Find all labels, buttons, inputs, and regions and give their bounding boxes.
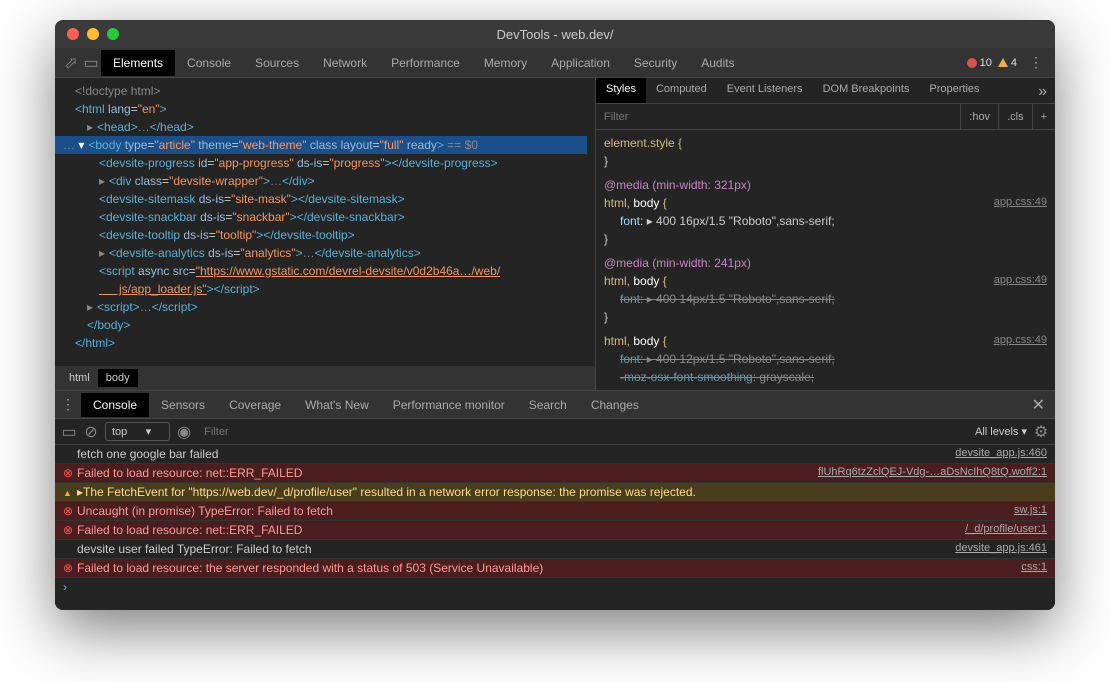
breadcrumb-html[interactable]: html — [61, 369, 98, 387]
more-tabs-icon[interactable]: » — [1030, 78, 1055, 103]
styles-tab-properties[interactable]: Properties — [919, 78, 989, 103]
close-window-icon[interactable] — [67, 28, 79, 40]
drawer-tab-console[interactable]: Console — [81, 393, 149, 417]
tab-sources[interactable]: Sources — [243, 50, 311, 76]
more-menu-icon[interactable]: ⋮ — [1023, 54, 1049, 71]
source-link[interactable]: devsite_app.js:460 — [945, 447, 1047, 461]
console-row[interactable]: Failed to load resource: net::ERR_FAILED… — [55, 521, 1055, 540]
console-row[interactable]: ▸The FetchEvent for "https://web.dev/_d/… — [55, 483, 1055, 502]
drawer-tab-search[interactable]: Search — [517, 393, 579, 417]
styles-rules[interactable]: element.style {}@media (min-width: 321px… — [596, 130, 1055, 390]
drawer-menu-icon[interactable]: ⋮ — [55, 396, 81, 413]
cls-toggle[interactable]: .cls — [998, 104, 1032, 129]
tab-performance[interactable]: Performance — [379, 50, 472, 76]
source-link[interactable]: /_d/profile/user:1 — [955, 523, 1047, 537]
console-drawer: ⋮ ConsoleSensorsCoverageWhat's NewPerfor… — [55, 390, 1055, 610]
inspect-icon[interactable]: ⬀ — [61, 53, 81, 73]
console-output[interactable]: fetch one google bar faileddevsite_app.j… — [55, 445, 1055, 610]
window-controls — [67, 28, 119, 40]
console-row[interactable]: Failed to load resource: the server resp… — [55, 559, 1055, 578]
device-toggle-icon[interactable]: ▭ — [81, 53, 101, 73]
tab-application[interactable]: Application — [539, 50, 622, 76]
maximize-window-icon[interactable] — [107, 28, 119, 40]
console-settings-icon[interactable]: ⚙ — [1033, 424, 1049, 440]
drawer-tab-changes[interactable]: Changes — [579, 393, 651, 417]
error-count-badge[interactable]: 10 — [967, 57, 992, 69]
drawer-tab-what-s-new[interactable]: What's New — [293, 393, 381, 417]
tab-elements[interactable]: Elements — [101, 50, 175, 76]
console-row[interactable]: Uncaught (in promise) TypeError: Failed … — [55, 502, 1055, 521]
clear-console-icon[interactable]: ⊘ — [83, 424, 99, 440]
tab-audits[interactable]: Audits — [689, 50, 746, 76]
drawer-tab-sensors[interactable]: Sensors — [149, 393, 217, 417]
tab-memory[interactable]: Memory — [472, 50, 539, 76]
console-row[interactable]: fetch one google bar faileddevsite_app.j… — [55, 445, 1055, 464]
styles-tab-event-listeners[interactable]: Event Listeners — [717, 78, 813, 103]
warning-count-badge[interactable]: 4 — [998, 57, 1017, 69]
close-drawer-icon[interactable]: ✕ — [1022, 395, 1055, 415]
devtools-window: DevTools - web.dev/ ⬀ ▭ ElementsConsoleS… — [55, 20, 1055, 610]
styles-tab-styles[interactable]: Styles — [596, 78, 646, 103]
window-title: DevTools - web.dev/ — [496, 27, 613, 42]
console-filter-input[interactable] — [198, 424, 969, 440]
hov-toggle[interactable]: :hov — [960, 104, 998, 129]
source-link[interactable]: app.css:49 — [994, 272, 1047, 289]
context-select[interactable]: top ▾ — [105, 422, 170, 441]
breadcrumb: htmlbody — [55, 366, 595, 390]
minimize-window-icon[interactable] — [87, 28, 99, 40]
tab-console[interactable]: Console — [175, 50, 243, 76]
tab-security[interactable]: Security — [622, 50, 689, 76]
source-link[interactable]: sw.js:1 — [1004, 504, 1047, 518]
dom-tree[interactable]: <!doctype html> <html lang="en"> ▸<head>… — [55, 78, 595, 366]
live-expression-icon[interactable]: ◉ — [176, 424, 192, 440]
styles-tab-computed[interactable]: Computed — [646, 78, 717, 103]
add-rule-icon[interactable]: + — [1032, 104, 1055, 129]
source-link[interactable]: flUhRq6tzZclQEJ-Vdg-…aDsNcIhQ8tQ.woff2:1 — [808, 466, 1047, 480]
show-console-sidebar-icon[interactable]: ▭ — [61, 424, 77, 440]
log-level-select[interactable]: All levels ▾ — [975, 425, 1027, 438]
styles-tab-dom-breakpoints[interactable]: DOM Breakpoints — [813, 78, 920, 103]
breadcrumb-body[interactable]: body — [98, 369, 138, 387]
drawer-tab-performance-monitor[interactable]: Performance monitor — [381, 393, 517, 417]
tab-network[interactable]: Network — [311, 50, 379, 76]
source-link[interactable]: app.css:49 — [994, 332, 1047, 349]
titlebar: DevTools - web.dev/ — [55, 20, 1055, 48]
drawer-tab-coverage[interactable]: Coverage — [217, 393, 293, 417]
main-tab-bar: ⬀ ▭ ElementsConsoleSourcesNetworkPerform… — [55, 48, 1055, 78]
elements-panel: <!doctype html> <html lang="en"> ▸<head>… — [55, 78, 595, 390]
source-link[interactable]: css:1 — [1011, 561, 1047, 575]
console-row[interactable]: devsite user failed TypeError: Failed to… — [55, 540, 1055, 559]
source-link[interactable]: app.css:49 — [994, 194, 1047, 211]
styles-panel: StylesComputedEvent ListenersDOM Breakpo… — [595, 78, 1055, 390]
console-prompt[interactable]: › — [55, 578, 1055, 596]
selected-dom-node[interactable]: … ▾<body type="article" theme="web-theme… — [55, 136, 587, 154]
console-row[interactable]: Failed to load resource: net::ERR_FAILED… — [55, 464, 1055, 483]
console-toolbar: ▭ ⊘ top ▾ ◉ All levels ▾ ⚙ — [55, 419, 1055, 445]
source-link[interactable]: devsite_app.js:461 — [945, 542, 1047, 556]
styles-filter-input[interactable] — [596, 104, 960, 129]
